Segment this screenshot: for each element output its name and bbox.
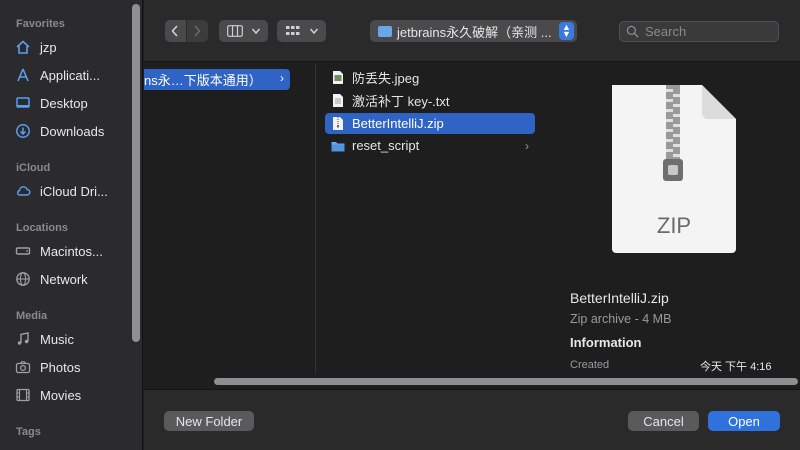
search-input[interactable] xyxy=(645,24,765,39)
sidebar-item-icloud-drive[interactable]: iCloud Dri... xyxy=(14,179,132,203)
open-button[interactable]: Open xyxy=(708,411,780,431)
desktop-icon xyxy=(14,94,32,112)
cancel-button[interactable]: Cancel xyxy=(628,411,699,431)
folder-icon xyxy=(331,138,345,154)
file-row-image[interactable]: 防丢失.jpeg xyxy=(325,67,535,88)
toolbar: jetbrains永久破解（亲测 ... ▲ ▼ xyxy=(144,0,800,62)
file-name: 防丢失.jpeg xyxy=(352,71,420,86)
sidebar-scrollbar[interactable] xyxy=(132,4,140,342)
folder-icon xyxy=(378,25,392,37)
chevron-down-icon xyxy=(309,28,318,35)
grid-icon xyxy=(285,26,299,35)
sidebar-item-label: Applicati... xyxy=(40,67,100,83)
zip-file-icon xyxy=(331,116,345,132)
nav-buttons xyxy=(164,20,208,42)
section-tags: Tags xyxy=(16,426,41,438)
section-media: Media xyxy=(16,310,48,322)
preview-file-name: BetterIntelliJ.zip xyxy=(570,290,669,306)
sidebar-item-downloads[interactable]: Downloads xyxy=(14,119,132,143)
path-popup[interactable]: jetbrains永久破解（亲测 ... ▲ ▼ xyxy=(370,20,577,42)
cloud-icon xyxy=(14,182,32,200)
new-folder-button[interactable]: New Folder xyxy=(164,411,254,431)
section-icloud: iCloud xyxy=(16,162,51,174)
columns-view-icon xyxy=(226,25,243,37)
file-row-zip[interactable]: BetterIntelliJ.zip xyxy=(325,113,535,134)
sidebar-item-jzp[interactable]: jzp xyxy=(14,35,132,59)
chevron-right-icon: › xyxy=(525,138,529,153)
sidebar-item-music[interactable]: Music xyxy=(14,327,132,351)
sidebar-item-desktop[interactable]: Desktop xyxy=(14,91,132,115)
camera-icon xyxy=(14,358,32,376)
path-label: jetbrains永久破解（亲测 ... xyxy=(397,24,552,40)
chevron-right-icon xyxy=(194,25,201,37)
zip-badge: ZIP xyxy=(656,213,692,238)
chevron-left-icon xyxy=(171,25,178,37)
section-locations: Locations xyxy=(16,222,68,234)
search-field[interactable] xyxy=(619,21,779,42)
sidebar-item-label: Network xyxy=(40,271,88,287)
sidebar-item-label: Macintos... xyxy=(40,243,103,259)
horizontal-scrollbar[interactable] xyxy=(214,378,798,385)
preview-info-heading: Information xyxy=(570,335,642,350)
applications-icon xyxy=(14,66,32,84)
sidebar-item-network[interactable]: Network xyxy=(14,267,132,291)
chevron-right-icon: › xyxy=(280,71,284,85)
sidebar-item-applications[interactable]: Applicati... xyxy=(14,63,132,87)
back-button[interactable] xyxy=(164,20,186,42)
sidebar: Favorites jzp Applicati... Desktop Downl… xyxy=(0,0,143,450)
file-name: BetterIntelliJ.zip xyxy=(352,116,444,131)
file-name: reset_script xyxy=(352,138,420,153)
preview-created-label: Created xyxy=(570,359,610,371)
file-row-folder[interactable]: reset_script › xyxy=(325,135,535,156)
parent-folder-label: ns永…下版本通用） xyxy=(144,73,262,88)
sidebar-item-label: Music xyxy=(40,331,74,347)
preview-created-value: 今天 下午 4:16 xyxy=(700,361,772,373)
preview-file-kind: Zip archive - 4 MB xyxy=(570,312,672,326)
section-favorites: Favorites xyxy=(16,18,65,30)
sidebar-item-label: Photos xyxy=(40,359,81,375)
updown-arrows-icon: ▲ ▼ xyxy=(559,22,574,40)
image-file-icon xyxy=(331,70,345,86)
sidebar-item-label: iCloud Dri... xyxy=(40,183,108,199)
sidebar-item-label: Movies xyxy=(40,387,82,403)
parent-folder-row[interactable]: ns永…下版本通用） › xyxy=(144,69,290,90)
forward-button[interactable] xyxy=(186,20,208,42)
sidebar-item-photos[interactable]: Photos xyxy=(14,355,132,379)
file-row-text[interactable]: 激活补丁 key-.txt xyxy=(325,90,535,111)
sidebar-item-label: jzp xyxy=(40,39,57,55)
music-icon xyxy=(14,330,32,348)
column-divider xyxy=(315,63,316,373)
disk-icon xyxy=(14,242,32,260)
chevron-down-icon xyxy=(251,28,260,35)
view-mode-button[interactable] xyxy=(219,20,268,42)
search-icon xyxy=(626,25,639,38)
sidebar-item-label: Downloads xyxy=(40,123,105,139)
sidebar-item-movies[interactable]: Movies xyxy=(14,383,132,407)
column-browser: ns永…下版本通用） › 防丢失.jpeg 激活补丁 key-.txt Bett… xyxy=(144,63,800,387)
film-icon xyxy=(14,386,32,404)
download-icon xyxy=(14,122,32,140)
sidebar-item-label: Desktop xyxy=(40,95,88,111)
sidebar-item-macintosh[interactable]: Macintos... xyxy=(14,239,132,263)
home-icon xyxy=(14,38,32,56)
globe-icon xyxy=(14,270,32,288)
text-file-icon xyxy=(331,93,345,109)
zip-preview-icon: ZIP xyxy=(610,83,738,253)
file-name: 激活补丁 key-.txt xyxy=(352,94,450,109)
group-by-button[interactable] xyxy=(277,20,326,42)
bottom-bar: New Folder Cancel Open xyxy=(144,389,800,450)
